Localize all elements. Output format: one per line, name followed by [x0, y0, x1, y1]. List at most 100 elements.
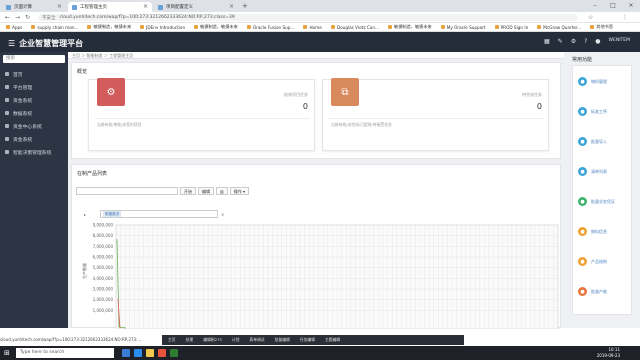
function-icon: ● [578, 257, 587, 266]
list-search-input[interactable] [76, 187, 178, 195]
browser-tab-bar: 页面计算 × 工程管理主页 × 项目配置定义 × + – □ × [0, 0, 640, 12]
quick-function-item[interactable]: ● 清单列表 [573, 160, 633, 183]
settings-icon[interactable]: ⚙ [571, 38, 576, 45]
grid-icon[interactable]: ▦ [544, 38, 550, 45]
sidebar-item[interactable]: 平台管理 [0, 81, 68, 93]
username[interactable]: WENITEM [609, 38, 630, 45]
hamburger-icon[interactable]: ☰ [8, 39, 15, 48]
float-bar-item[interactable]: 任务编辑 [300, 337, 315, 343]
sidebar-item[interactable]: 资金中心系统 [0, 120, 68, 132]
bookmark-item[interactable]: My Oracle Support [440, 25, 486, 30]
close-window-icon[interactable]: × [622, 0, 640, 12]
close-icon[interactable]: × [143, 3, 148, 10]
quick-function-item[interactable]: ● 物料信息 [573, 220, 633, 243]
bookmark-icon [494, 25, 499, 29]
sidebar-item[interactable]: 智能决策管理系统 [0, 146, 68, 158]
bookmark-item[interactable]: Home [303, 25, 322, 30]
edge-icon[interactable] [134, 349, 142, 357]
edit-button[interactable]: 编辑 [198, 187, 214, 195]
float-bar-item[interactable]: 主页 [168, 337, 176, 343]
overview-card[interactable]: ⚙ 结束项目任务 0 当前有效/审批/未签约项目 [88, 78, 315, 151]
excel-icon[interactable] [170, 349, 178, 357]
bookmark-item[interactable]: Douglas Viotz Con... [330, 25, 379, 30]
task-view-icon[interactable] [122, 349, 130, 357]
quick-function-item[interactable]: ● 批量业务凭证 [573, 190, 633, 213]
menu-item-icon [5, 150, 9, 154]
function-icon: ● [578, 107, 587, 116]
chart-svg: 9,000,000 8,000,000 7,000,000 6,000,000 5,00… [81, 223, 559, 330]
bookmark-icon [303, 25, 308, 29]
float-bar-item[interactable]: 主题编辑 [325, 337, 340, 343]
bookmark-item[interactable]: PROD Sign In [494, 25, 528, 30]
float-bar-item[interactable]: 计划 [232, 337, 240, 343]
quick-function-item[interactable]: ● 批量产能 [573, 280, 633, 303]
float-bar-item[interactable]: 处理 [186, 337, 194, 343]
float-bar-item[interactable]: 编辑制273 [203, 337, 222, 343]
bookmarks-bar: Apps supply chain man... 敏捷制造，敏捷未来 JDEnv In… [0, 23, 640, 32]
bookmark-item[interactable]: 敏捷制造，敏捷未来 [87, 24, 131, 30]
quick-function-item[interactable]: ● 批量导入 [573, 130, 633, 153]
bookmark-icon [590, 25, 595, 29]
help-icon[interactable]: ? [584, 38, 587, 45]
y-axis-label: 生产数量 [81, 263, 87, 279]
quick-function-item[interactable]: ● 产品结构 [573, 250, 633, 273]
bookmark-item[interactable]: supply chain man... [31, 25, 78, 30]
float-bar-item[interactable]: 表单调试 [249, 337, 264, 343]
card-value: 0 [536, 102, 542, 111]
menu-icon[interactable]: ⋮ [622, 14, 628, 21]
forward-icon[interactable]: → [15, 14, 20, 21]
function-icon: ● [578, 167, 587, 176]
chrome-icon[interactable] [158, 349, 166, 357]
close-icon[interactable]: × [229, 3, 234, 10]
sidebar-item[interactable]: 首页 [0, 68, 68, 80]
taskbar-search-input[interactable]: Type here to search [16, 348, 114, 358]
reload-icon[interactable]: ↻ [25, 14, 30, 21]
edit-icon[interactable]: ✎ [558, 38, 563, 45]
remove-filter-icon[interactable]: × [221, 212, 224, 217]
bookmark-item[interactable]: JDEnv Introduction [140, 25, 185, 30]
star-icon[interactable]: ☆ [588, 14, 593, 21]
folder-icon[interactable] [146, 349, 154, 357]
clock[interactable]: 10:11 2019-09-23 [597, 347, 620, 359]
chart-view-icon[interactable]: ▥ [216, 187, 228, 195]
menu-item-icon [5, 98, 9, 102]
actions-button[interactable]: 操作 ▾ [229, 187, 250, 195]
sidebar-item[interactable]: 资金系统 [0, 94, 68, 106]
bookmark-item[interactable]: Apps [6, 25, 22, 30]
float-bar-item[interactable]: 批量编辑 [275, 337, 290, 343]
sidebar-search-input[interactable]: 搜索 [3, 55, 65, 63]
new-tab-icon[interactable]: + [242, 2, 248, 10]
minimize-icon[interactable]: – [586, 0, 604, 12]
list-toolbar: 开始 编辑 ▥ 操作 ▾ [76, 187, 250, 195]
tab-2[interactable]: 工程管理主页 × [68, 2, 152, 12]
bookmark-icon [537, 25, 542, 29]
url-input[interactable]: 不安全 cloud.yunhitech.com/wap/f?p=100:273:… [38, 14, 578, 21]
expand-icon[interactable]: ▸ [84, 212, 86, 217]
quick-function-item[interactable]: ● 标准工序 [573, 100, 633, 123]
back-icon[interactable]: ← [5, 14, 10, 21]
go-button[interactable]: 开始 [180, 187, 196, 195]
close-icon[interactable]: × [57, 3, 62, 10]
sidebar-item[interactable]: 资金系统 [0, 133, 68, 145]
panel-title: 常用功能 [572, 57, 593, 63]
maximize-icon[interactable]: □ [604, 0, 622, 12]
window-controls: – □ × [586, 0, 640, 12]
user-icon[interactable]: ● [595, 38, 600, 45]
tab-1[interactable]: 页面计算 × [2, 2, 66, 12]
sidebar-item[interactable]: 数据系统 [0, 107, 68, 119]
main-content: 主页 ＞ 智能制造 ＞ 工程管理主页 概览 ⚙ 结束项目任务 0 当前有效/审批… [68, 52, 564, 330]
overview-card[interactable]: ⧉ 待完成任务 0 当前有效/未完成/已超时/待接受任务 [322, 78, 549, 151]
bookmark-item[interactable]: Oracle Fusion Sup... [246, 25, 294, 30]
bookmark-item[interactable]: 敏捷制造，敏捷未来 [194, 24, 238, 30]
quick-functions-panel: 常用功能 ● 物料管理 ● 标准工序 ● 批量导入 ● 清单列表 ● 批量业务凭证 ● 物料信息 ● 产品… [564, 52, 640, 328]
bookmark-icon [87, 25, 92, 29]
bookmark-item[interactable]: 敏捷制造，敏捷未来 [388, 24, 432, 30]
windows-start-icon[interactable]: ⊞ [4, 349, 10, 357]
function-icon: ● [578, 197, 587, 206]
bookmark-item[interactable]: McGraw Quarter... [537, 25, 581, 30]
tab-3[interactable]: 项目配置定义 × [154, 2, 238, 12]
function-icon: ● [578, 137, 587, 146]
divider [329, 118, 544, 119]
bookmark-item[interactable]: 其他书签 [590, 24, 613, 30]
quick-function-item[interactable]: ● 物料管理 [573, 70, 633, 93]
